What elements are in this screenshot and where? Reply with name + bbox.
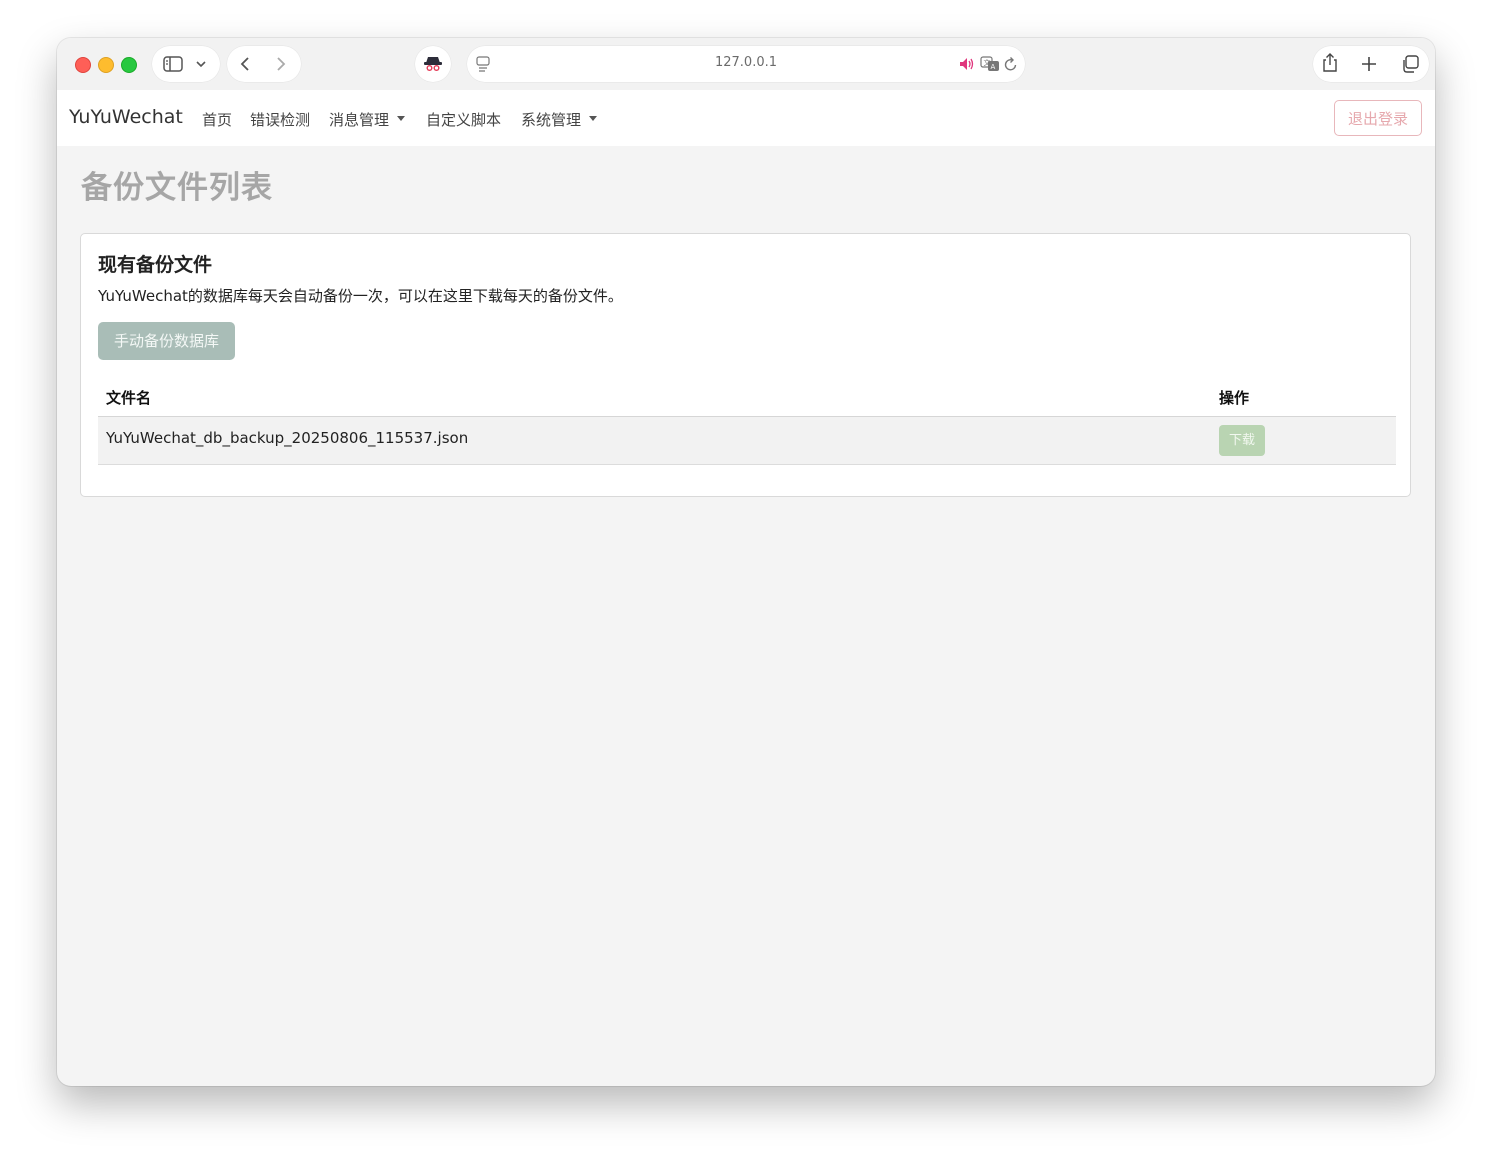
share-icon[interactable]	[1322, 53, 1338, 73]
svg-text:文: 文	[984, 58, 991, 67]
plus-icon[interactable]	[1361, 56, 1377, 72]
minimize-window-button[interactable]	[98, 57, 114, 73]
sidebar-icon[interactable]	[163, 56, 183, 72]
svg-text:A: A	[991, 63, 996, 71]
browser-toolbar: 127.0.0.1 文 A	[57, 38, 1435, 90]
nav-item-custom-script[interactable]: 自定义脚本	[426, 109, 501, 130]
nav-item-error-check[interactable]: 错误检测	[250, 109, 310, 130]
nav-item-label: 错误检测	[250, 111, 311, 129]
logout-button[interactable]: 退出登录	[1334, 100, 1422, 136]
column-header-filename: 文件名	[106, 389, 152, 407]
reload-icon[interactable]	[1004, 56, 1018, 72]
toolbar-right-group	[1313, 46, 1429, 82]
tabs-overview-icon[interactable]	[1401, 55, 1419, 73]
forward-icon[interactable]	[275, 56, 287, 72]
nav-item-message-management[interactable]: 消息管理	[329, 109, 406, 130]
card-description: YuYuWechat的数据库每天会自动备份一次，可以在这里下载每天的备份文件。	[98, 287, 623, 305]
column-header-action: 操作	[1219, 389, 1250, 407]
caret-down-icon	[589, 116, 598, 121]
spy-extension-icon	[424, 57, 442, 71]
nav-item-label: 首页	[202, 111, 233, 129]
speaker-icon[interactable]	[959, 57, 975, 71]
nav-item-label: 自定义脚本	[426, 111, 502, 129]
page-title: 备份文件列表	[81, 170, 273, 206]
nav-item-label: 系统管理	[521, 111, 582, 129]
extension-button[interactable]	[415, 46, 451, 82]
navigation-group	[227, 46, 301, 82]
card-title: 现有备份文件	[98, 254, 213, 276]
close-window-button[interactable]	[75, 57, 91, 73]
manual-backup-button[interactable]: 手动备份数据库	[98, 322, 235, 360]
backup-card: 现有备份文件 YuYuWechat的数据库每天会自动备份一次，可以在这里下载每天…	[80, 233, 1411, 497]
back-icon[interactable]	[239, 56, 251, 72]
caret-down-icon	[397, 116, 406, 121]
table-row: YuYuWechat_db_backup_20250806_115537.jso…	[98, 417, 1396, 465]
translate-icon[interactable]: 文 A	[980, 56, 1000, 72]
site-navbar: YuYuWechat 首页 错误检测 消息管理 自定义脚本 系统管理 退出登录	[57, 90, 1435, 146]
nav-item-label: 消息管理	[329, 111, 390, 129]
address-bar[interactable]: 127.0.0.1 文 A	[467, 46, 1025, 82]
url-text: 127.0.0.1	[714, 55, 778, 70]
maximize-window-button[interactable]	[121, 57, 137, 73]
navbar-brand[interactable]: YuYuWechat	[69, 106, 183, 128]
sidebar-toggle-group	[152, 46, 220, 82]
browser-window: 127.0.0.1 文 A YuYuWechat 首页 错误检测 消息管理 自定…	[57, 38, 1435, 1086]
backup-filename: YuYuWechat_db_backup_20250806_115537.jso…	[106, 429, 469, 447]
nav-item-home[interactable]: 首页	[202, 109, 232, 130]
nav-item-system-management[interactable]: 系统管理	[521, 109, 598, 130]
download-button[interactable]: 下载	[1219, 425, 1265, 456]
chevron-down-icon[interactable]	[196, 60, 206, 68]
